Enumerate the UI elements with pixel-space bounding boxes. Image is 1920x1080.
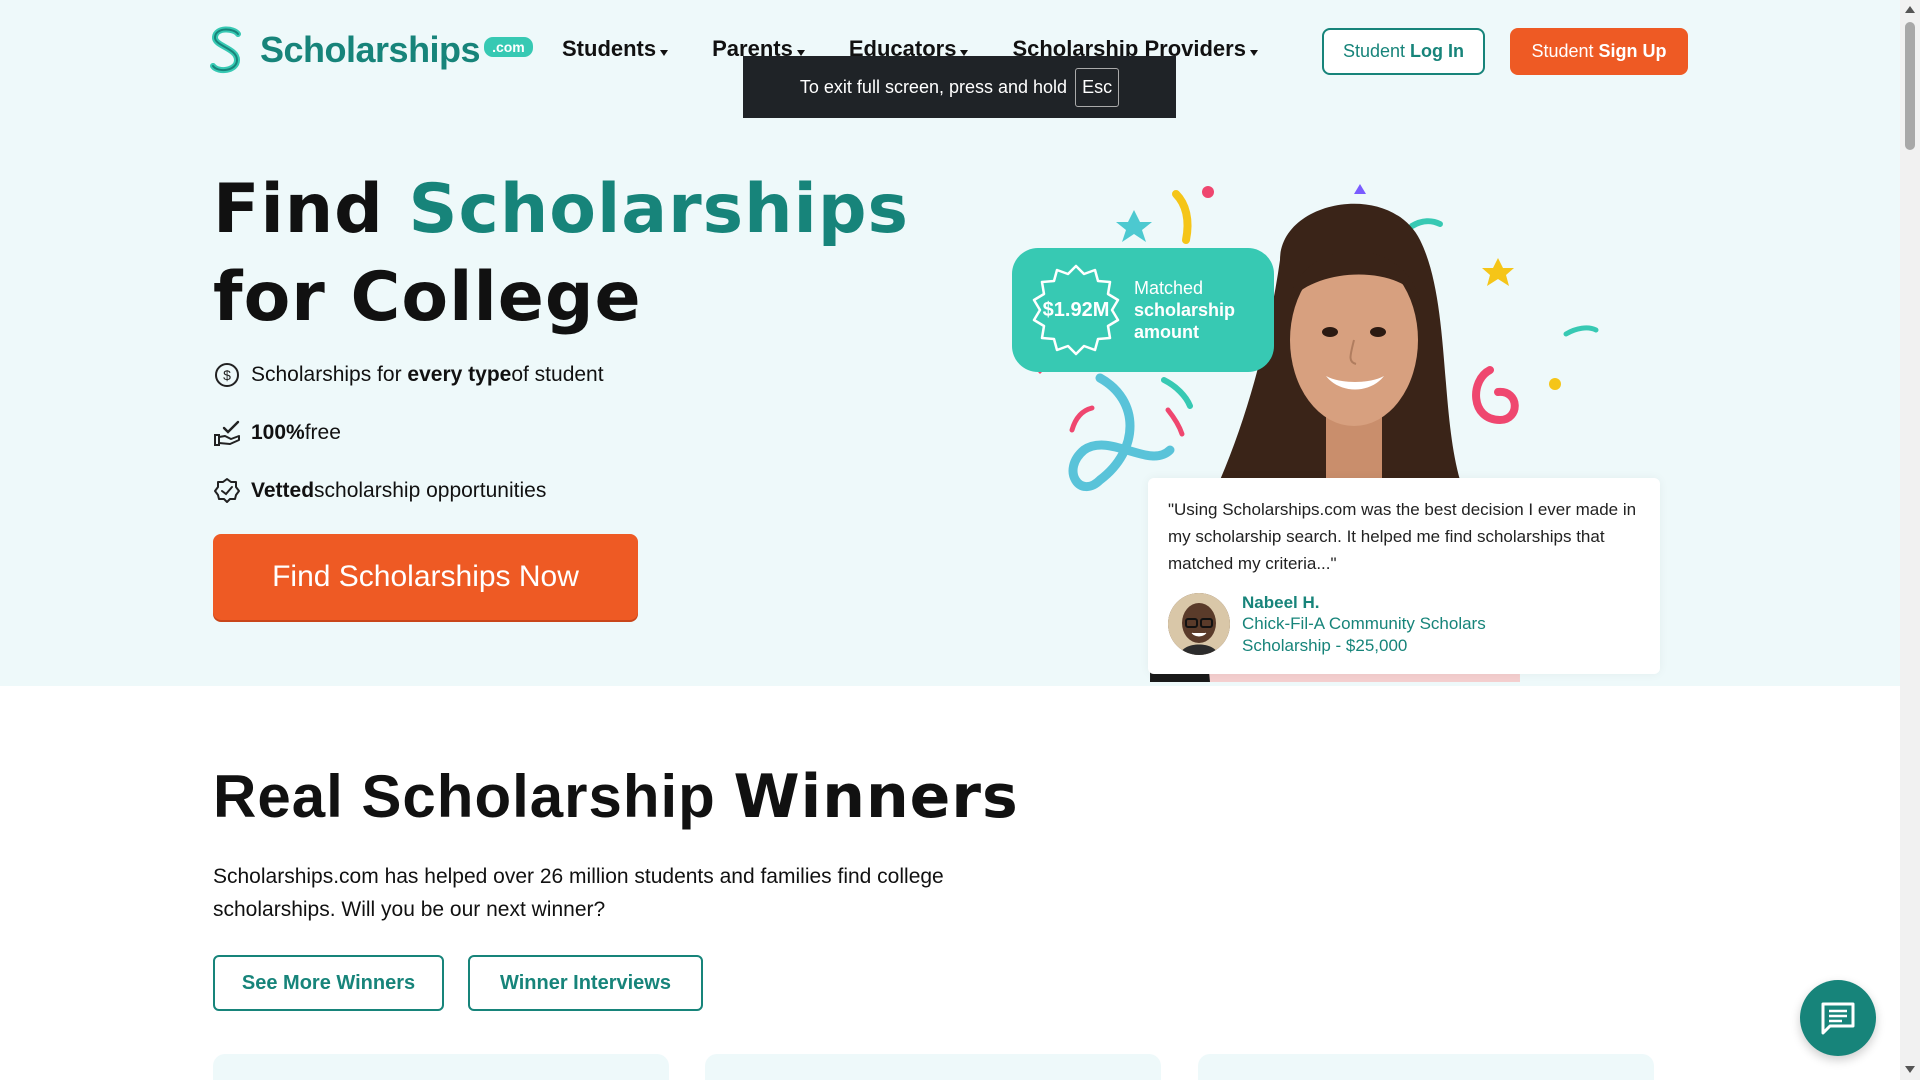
chat-button[interactable] xyxy=(1800,980,1876,1056)
page: Scholarships .com Students Parents Educa… xyxy=(0,0,1900,1080)
feature-post: free xyxy=(304,421,341,444)
caret-down-icon xyxy=(660,50,669,56)
badge-line1: Matched xyxy=(1134,278,1204,298)
fullscreen-text: To exit full screen, press and hold xyxy=(799,76,1068,97)
see-more-winners-button[interactable]: See More Winners xyxy=(213,955,444,1011)
badge-line3: amount xyxy=(1134,322,1199,342)
feature-vetted: Vetted scholarship opportunities xyxy=(213,477,546,505)
logo-tld: .com xyxy=(484,37,533,57)
logo-s-icon xyxy=(210,26,241,74)
matched-amount-badge: $1.92M Matched scholarship amount xyxy=(1012,248,1274,372)
feature-pre: Scholarships for xyxy=(251,363,402,386)
esc-key: Esc xyxy=(1075,67,1120,107)
badge-text: Matched scholarship amount xyxy=(1134,277,1254,343)
feature-every-type: $ Scholarships for every type of student xyxy=(213,361,604,389)
fullscreen-exit-notice: To exit full screen, press and hold Esc xyxy=(743,56,1176,118)
scroll-thumb[interactable] xyxy=(1905,22,1915,150)
caret-down-icon xyxy=(1249,50,1258,56)
hero-title-accent: Scholarships xyxy=(408,170,910,249)
winners-title-light: Real Scholarship xyxy=(213,763,734,830)
student-login-button[interactable]: Student Log In xyxy=(1322,28,1485,75)
site-logo[interactable]: Scholarships .com xyxy=(206,24,533,76)
testimonial-name: Nabeel H. xyxy=(1242,593,1320,612)
badge-line2: scholarship xyxy=(1134,300,1236,320)
login-prefix: Student xyxy=(1342,41,1406,61)
badge-amount: $1.92M xyxy=(1042,298,1110,321)
scroll-up-arrow-icon[interactable] xyxy=(1905,6,1915,13)
student-signup-button[interactable]: Student Sign Up xyxy=(1510,28,1688,75)
hero-title-part2: for College xyxy=(213,258,642,337)
hand-check-icon xyxy=(214,420,240,446)
scroll-down-arrow-icon[interactable] xyxy=(1905,1066,1915,1073)
winner-card[interactable] xyxy=(705,1054,1161,1080)
svg-text:$: $ xyxy=(223,367,231,383)
winners-description: Scholarships.com has helped over 26 mill… xyxy=(213,865,944,921)
hero-title-part1: Find xyxy=(213,170,409,249)
award-ribbon-icon xyxy=(214,478,240,503)
seal-icon: $1.92M xyxy=(1026,260,1126,360)
testimonial-meta: Nabeel H. Chick-Fil-A Community Scholars… xyxy=(1242,593,1532,657)
testimonial-award: Chick-Fil-A Community Scholars Scholarsh… xyxy=(1242,614,1486,655)
feature-bold: Vetted xyxy=(251,479,315,502)
feature-post: scholarship opportunities xyxy=(314,479,547,502)
winner-card[interactable] xyxy=(1198,1054,1654,1080)
login-bold: Log In xyxy=(1410,41,1465,61)
hero-title: Find Scholarships for College xyxy=(213,166,909,342)
signup-prefix: Student xyxy=(1531,41,1594,61)
winners-title-bold: Winners xyxy=(733,762,1019,832)
find-scholarships-button[interactable]: Find Scholarships Now xyxy=(213,534,638,620)
testimonial-quote: "Using Scholarships.com was the best dec… xyxy=(1168,500,1637,573)
feature-free: 100% free xyxy=(213,419,341,447)
nav-label: Students xyxy=(562,36,657,61)
feature-bold: 100% xyxy=(251,421,305,444)
winners-heading: Real Scholarship Winners xyxy=(213,762,1019,832)
testimonial-card: "Using Scholarships.com was the best dec… xyxy=(1148,478,1660,674)
winner-interviews-button[interactable]: Winner Interviews xyxy=(468,955,703,1011)
testimonial-person: Nabeel H. Chick-Fil-A Community Scholars… xyxy=(1168,593,1640,657)
avatar xyxy=(1168,593,1230,655)
dollar-circle-icon: $ xyxy=(215,363,239,387)
logo-text: Scholarships xyxy=(260,29,481,70)
winner-card[interactable] xyxy=(213,1054,669,1080)
feature-bold: every type xyxy=(407,363,512,386)
feature-post: of student xyxy=(511,363,604,386)
vertical-scrollbar[interactable] xyxy=(1900,0,1920,1080)
chat-icon xyxy=(1821,1002,1855,1035)
signup-bold: Sign Up xyxy=(1598,41,1667,61)
nav-item-students[interactable]: Students xyxy=(562,36,669,62)
